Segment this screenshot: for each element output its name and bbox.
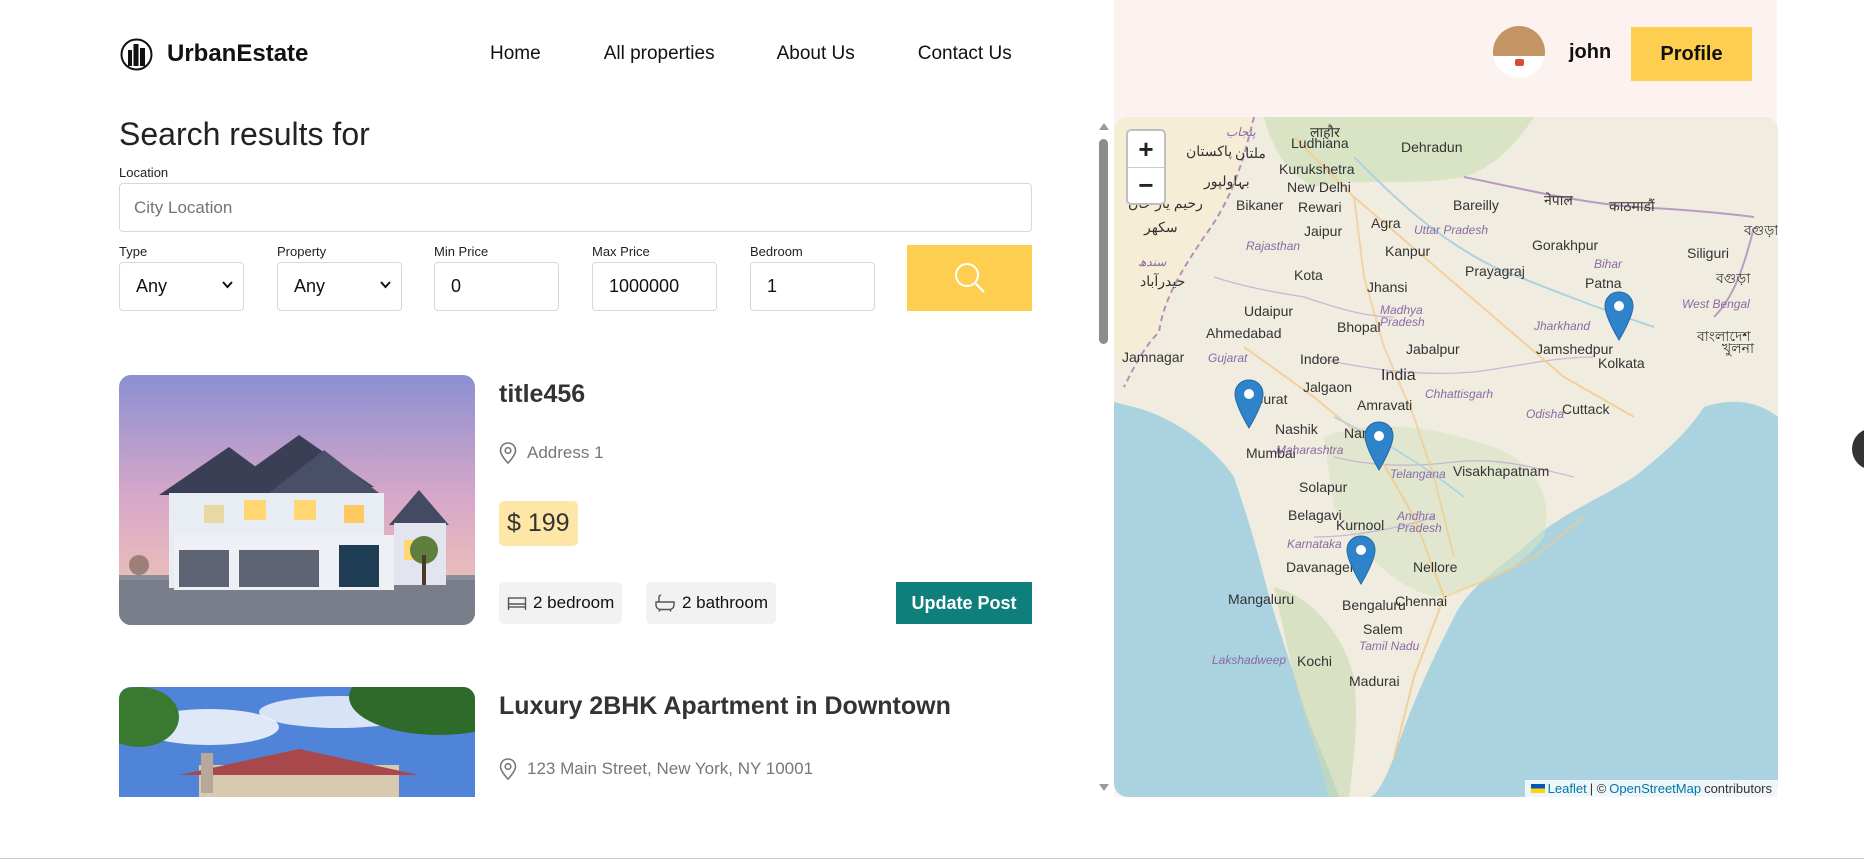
map-pin-icon[interactable] bbox=[1346, 535, 1376, 585]
listing-address-text: Address 1 bbox=[527, 443, 604, 462]
bedroom-label: Bedroom bbox=[750, 244, 803, 259]
location-pin-icon bbox=[499, 442, 517, 464]
zoom-in-button[interactable]: + bbox=[1128, 131, 1164, 167]
bedroom-value: 1 bbox=[767, 276, 778, 296]
ukraine-flag-icon bbox=[1530, 784, 1545, 793]
location-label: Location bbox=[119, 165, 169, 180]
username: john bbox=[1569, 40, 1612, 63]
location-pin-icon bbox=[499, 758, 517, 780]
map-attribution: Leaflet | © OpenStreetMap contributors bbox=[1524, 780, 1778, 797]
bedroom-chip: 2 bedroom bbox=[499, 582, 623, 624]
scroll-thumb[interactable] bbox=[1099, 139, 1108, 344]
max-price-value: 1000000 bbox=[609, 276, 680, 296]
brand-name: UrbanEstate bbox=[167, 40, 309, 67]
update-post-button[interactable]: Update Post bbox=[896, 582, 1032, 624]
bottom-divider bbox=[0, 858, 1864, 859]
bed-icon bbox=[507, 597, 527, 610]
avatar[interactable] bbox=[1493, 26, 1545, 78]
nav-home[interactable]: Home bbox=[490, 43, 541, 65]
floating-side-button[interactable] bbox=[1852, 428, 1864, 470]
bedroom-count: 2 bedroom bbox=[533, 593, 615, 612]
listing-address: Address 1 bbox=[499, 442, 604, 464]
listing-price: $ 199 bbox=[499, 501, 578, 546]
nav-links: Home All properties About Us Contact Us bbox=[490, 30, 1012, 78]
map-pin-icon[interactable] bbox=[1364, 421, 1394, 471]
attribution-suffix: contributors bbox=[1704, 781, 1772, 796]
listing-scrollbar[interactable] bbox=[1096, 117, 1110, 797]
max-price-label: Max Price bbox=[592, 244, 650, 259]
max-price-input[interactable]: 1000000 bbox=[592, 262, 717, 311]
bedroom-input[interactable]: 1 bbox=[750, 262, 875, 311]
chevron-down-icon bbox=[380, 281, 391, 289]
search-icon bbox=[954, 263, 985, 293]
scroll-up-arrow-icon[interactable] bbox=[1099, 123, 1109, 130]
bathroom-count: 2 bathroom bbox=[682, 593, 768, 612]
openstreetmap-link[interactable]: OpenStreetMap bbox=[1609, 781, 1701, 796]
listing-title[interactable]: Luxury 2BHK Apartment in Downtown bbox=[499, 692, 951, 721]
nav-all-properties[interactable]: All properties bbox=[604, 43, 715, 65]
map-pin-icon[interactable] bbox=[1604, 291, 1634, 341]
property-select[interactable]: Any bbox=[277, 262, 402, 311]
scroll-down-arrow-icon[interactable] bbox=[1099, 784, 1109, 791]
property-select-value: Any bbox=[294, 276, 326, 296]
profile-button[interactable]: Profile bbox=[1631, 27, 1752, 81]
user-menu[interactable]: john bbox=[1493, 26, 1611, 78]
leaflet-link[interactable]: Leaflet bbox=[1548, 781, 1587, 796]
attribution-separator: | © bbox=[1589, 781, 1607, 796]
listing-address-text: 123 Main Street, New York, NY 10001 bbox=[527, 759, 814, 778]
listing-image[interactable] bbox=[119, 375, 475, 625]
building-icon bbox=[120, 38, 153, 70]
bath-icon bbox=[655, 594, 675, 612]
nav-about-us[interactable]: About Us bbox=[777, 43, 855, 65]
chevron-down-icon bbox=[222, 281, 233, 289]
brand[interactable]: UrbanEstate bbox=[120, 38, 308, 71]
search-button[interactable] bbox=[907, 245, 1032, 311]
min-price-value: 0 bbox=[451, 276, 462, 296]
type-label: Type bbox=[119, 244, 148, 259]
type-select[interactable]: Any bbox=[119, 262, 244, 311]
zoom-out-button[interactable]: − bbox=[1128, 167, 1164, 203]
listing-title[interactable]: title456 bbox=[499, 380, 585, 409]
min-price-input[interactable]: 0 bbox=[434, 262, 559, 311]
map[interactable]: लाहौर Ludhiana Dehradun پاکستان ملتان Ku… bbox=[1114, 117, 1778, 797]
map-pin-icon[interactable] bbox=[1234, 379, 1264, 429]
listing-address: 123 Main Street, New York, NY 10001 bbox=[499, 758, 813, 780]
nav-contact-us[interactable]: Contact Us bbox=[918, 43, 1012, 65]
navbar: UrbanEstate Home All properties About Us… bbox=[120, 30, 1012, 78]
location-input[interactable] bbox=[119, 183, 1032, 232]
bathroom-chip: 2 bathroom bbox=[646, 582, 776, 624]
type-select-value: Any bbox=[136, 276, 168, 296]
property-label: Property bbox=[277, 244, 327, 259]
listing-image[interactable] bbox=[119, 687, 475, 797]
zoom-control: + − bbox=[1126, 129, 1166, 205]
map-base bbox=[1114, 117, 1778, 797]
page-title: Search results for bbox=[119, 116, 370, 152]
min-price-label: Min Price bbox=[434, 244, 489, 259]
